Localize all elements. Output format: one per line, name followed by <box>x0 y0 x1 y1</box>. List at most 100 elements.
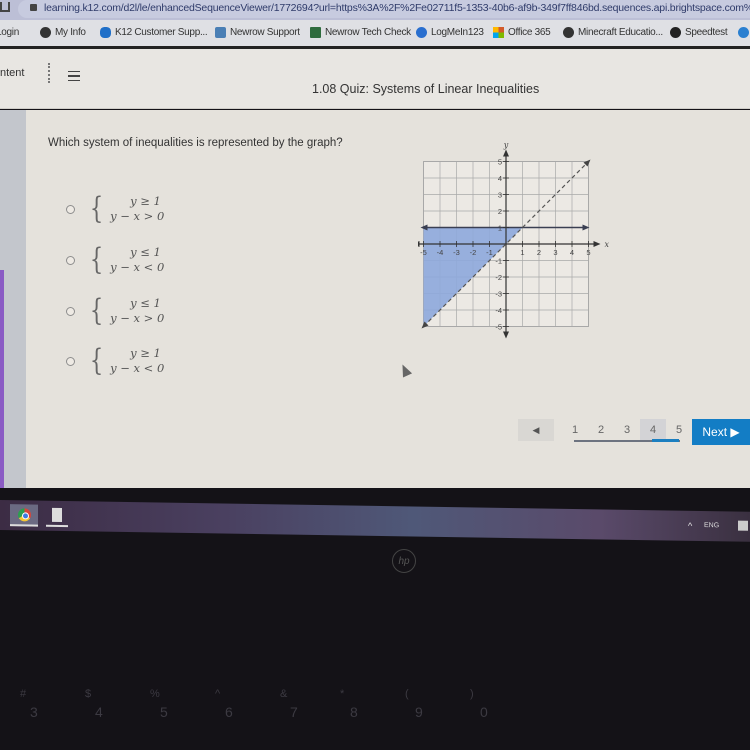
keyboard-key: 7 <box>290 704 298 720</box>
y-tick-label: -3 <box>495 290 502 299</box>
x-tick-label: 4 <box>570 248 574 257</box>
x-axis-arrow-left <box>418 241 420 247</box>
inequality-1: y ≤ 1 <box>130 296 161 310</box>
inequality-system: y ≤ 1 y − x < 0 <box>110 245 164 275</box>
page-5[interactable]: 5 <box>666 419 692 441</box>
x-tick-label: 3 <box>553 248 557 257</box>
radio-button[interactable] <box>66 356 75 366</box>
radio-button[interactable] <box>66 204 75 214</box>
inequality-2: y − x < 0 <box>110 260 165 274</box>
x-axis-arrow-right <box>593 241 601 247</box>
keyboard-key-symbol: * <box>340 688 345 700</box>
x-tick-label: -4 <box>437 248 444 257</box>
page-1[interactable]: 1 <box>562 419 588 441</box>
question-prompt: Which system of inequalities is represen… <box>48 137 343 149</box>
y-tick-label: -4 <box>495 306 502 315</box>
radio-button[interactable] <box>66 255 75 265</box>
bookmark-my-info[interactable]: My Info <box>40 27 86 38</box>
content-link[interactable]: ntent <box>0 67 24 79</box>
keyboard-key-symbol: & <box>280 688 288 700</box>
network-icon[interactable] <box>738 520 748 531</box>
globe-icon <box>40 27 51 38</box>
bookmark-label: Office 365 <box>508 27 551 38</box>
bookmark-label: K12 Customer Supp... <box>115 27 208 38</box>
drag-handle-icon[interactable] <box>48 63 50 83</box>
keyboard: #3 $4% 5 ^ 6 & 7 * 8 (9) 0 <box>0 680 750 750</box>
pagination: ◀ 1 2 3 4 5 <box>518 419 692 442</box>
answer-option-d[interactable]: { y ≥ 1 y − x < 0 <box>66 346 164 376</box>
y-tick-label: 5 <box>498 158 502 167</box>
extension-icon <box>738 27 749 38</box>
keyboard-key: 3 <box>30 704 38 720</box>
bookmark-label: LogMeIn123 <box>431 27 484 38</box>
inequality-system: y ≥ 1 y − x < 0 <box>110 346 164 376</box>
newrow-icon <box>215 27 226 38</box>
prev-page-button[interactable]: ◀ <box>518 419 554 441</box>
x-tick-label: 1 <box>520 248 524 257</box>
hp-logo: hp <box>392 549 416 573</box>
answer-option-a[interactable]: { y ≥ 1 y − x > 0 <box>66 194 164 224</box>
keyboard-key-symbol: % <box>150 688 160 700</box>
keyboard-language[interactable]: ENG <box>704 522 719 529</box>
x-tick-label: -2 <box>470 248 477 257</box>
tray-expand-icon[interactable]: ^ <box>688 521 692 531</box>
inequality-system: y ≥ 1 y − x > 0 <box>110 194 164 224</box>
bookmark-k12-support[interactable]: K12 Customer Supp... <box>100 27 208 38</box>
chrome-icon <box>17 507 31 521</box>
bookmark-label: Minecraft Educatio... <box>578 27 663 38</box>
inequality-1: y ≥ 1 <box>130 194 161 208</box>
y-axis-arrow-up <box>503 149 509 157</box>
keyboard-key: 9 <box>415 704 423 720</box>
keyboard-key-symbol: ) <box>470 688 474 700</box>
brace-icon: { <box>89 191 104 226</box>
inequality-graph: -5 -4 -3 -2 -1 1 2 3 4 5 5 4 3 2 1 -1 -2 -3 -4 -5 x y <box>418 141 610 339</box>
quiz-content: Which system of inequalities is represen… <box>0 110 750 488</box>
bookmark-minecraft[interactable]: Minecraft Educatio... <box>563 27 663 38</box>
answer-option-b[interactable]: { y ≤ 1 y − x < 0 <box>66 245 164 275</box>
keyboard-key: 5 <box>160 704 168 720</box>
salesforce-cloud-icon <box>100 27 111 38</box>
bookmark-speedtest[interactable]: Speedtest <box>670 27 728 38</box>
bookmark-label: Speedtest <box>685 27 728 38</box>
url-text[interactable]: learning.k12.com/d2l/le/enhancedSequence… <box>44 2 750 14</box>
speedtest-icon <box>670 27 681 38</box>
y-axis-label: y <box>503 141 509 150</box>
keyboard-key-symbol: # <box>20 688 27 700</box>
brace-icon: { <box>89 293 104 328</box>
y-tick-label: -1 <box>495 257 502 266</box>
x-tick-label: -3 <box>453 248 460 257</box>
bookmark-newrow-tech-check[interactable]: Newrow Tech Check <box>310 27 411 38</box>
keyboard-key: 8 <box>350 704 358 720</box>
bookmark-overflow[interactable] <box>738 27 749 38</box>
page-4[interactable]: 4 <box>640 419 666 441</box>
keyboard-key-symbol: ( <box>405 688 409 700</box>
logmein-icon <box>416 27 427 38</box>
bookmark-logmein[interactable]: LogMeIn123 <box>416 27 484 38</box>
bookmarks-bar: Login My Info K12 Customer Supp... Newro… <box>0 20 750 46</box>
bookmark-login[interactable]: Login <box>0 27 19 38</box>
address-bar-row: learning.k12.com/d2l/le/enhancedSequence… <box>0 0 750 20</box>
taskbar-chrome[interactable] <box>10 504 38 527</box>
radio-button[interactable] <box>66 306 75 316</box>
taskbar: ^ ENG <box>0 500 750 542</box>
lock-icon[interactable] <box>30 4 37 11</box>
inequality-1: y ≤ 1 <box>130 245 161 259</box>
inequality-2: y − x > 0 <box>110 311 165 325</box>
taskbar-document[interactable] <box>46 504 68 528</box>
menu-icon[interactable] <box>68 71 80 81</box>
home-icon[interactable] <box>0 2 10 12</box>
bookmark-office-365[interactable]: Office 365 <box>493 27 551 38</box>
page-3[interactable]: 3 <box>614 419 640 441</box>
inequality-2: y − x > 0 <box>110 209 165 223</box>
document-icon <box>52 507 62 522</box>
next-button[interactable]: Next ▶ <box>692 419 750 445</box>
keyboard-key: 0 <box>480 704 488 720</box>
page-2[interactable]: 2 <box>588 419 614 441</box>
bookmark-label: Login <box>0 27 19 38</box>
x-axis-label: x <box>605 240 610 249</box>
x-tick-label: 5 <box>586 248 590 257</box>
inequality-1: y ≥ 1 <box>130 346 161 360</box>
bookmark-newrow-support[interactable]: Newrow Support <box>215 27 300 38</box>
y-tick-label: 3 <box>498 191 502 200</box>
answer-option-c[interactable]: { y ≤ 1 y − x > 0 <box>66 296 164 326</box>
